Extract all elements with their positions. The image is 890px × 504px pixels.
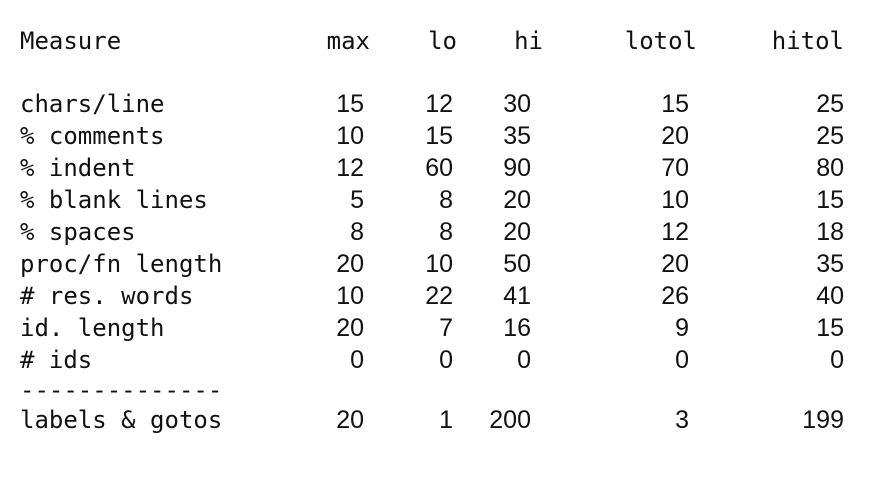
value-max: 5 <box>350 186 364 214</box>
value-lotol: 15 <box>661 90 689 118</box>
measure-name: id. length <box>20 314 165 342</box>
table-row: % spaces 8 8 20 12 18 <box>0 216 870 248</box>
value-lotol: 70 <box>661 154 689 182</box>
value-lo: 22 <box>425 282 453 310</box>
value-lotol: 3 <box>675 406 689 434</box>
value-hi: 30 <box>503 90 531 118</box>
value-hi: 41 <box>503 282 531 310</box>
spacer-row <box>0 58 870 88</box>
value-max: 10 <box>336 122 364 150</box>
value-max: 20 <box>336 406 364 434</box>
table-row: id. length 20 7 16 9 15 <box>0 312 870 344</box>
measure-name: proc/fn length <box>20 250 223 278</box>
value-max: 8 <box>350 218 364 246</box>
measures-table: Measure max lo hi lotol hitol chars/line… <box>0 24 870 436</box>
document-page: Measure max lo hi lotol hitol chars/line… <box>0 0 890 504</box>
value-lotol: 20 <box>661 122 689 150</box>
measure-name: # ids <box>20 346 93 374</box>
table-row: % comments 10 15 35 20 25 <box>0 120 870 152</box>
measure-name: chars/line <box>20 90 165 118</box>
header-row: Measure max lo hi lotol hitol <box>0 24 870 58</box>
header-hi: hi <box>514 27 543 55</box>
value-hitol: 25 <box>816 90 844 118</box>
dashed-divider: -------------- <box>20 376 223 404</box>
table-row: # res. words 10 22 41 26 40 <box>0 280 870 312</box>
value-hitol: 35 <box>816 250 844 278</box>
value-lotol: 12 <box>661 218 689 246</box>
value-hitol: 199 <box>802 406 844 434</box>
value-max: 0 <box>350 346 364 374</box>
value-lo: 10 <box>425 250 453 278</box>
table-row: # ids 0 0 0 0 0 <box>0 344 870 376</box>
value-hi: 20 <box>503 218 531 246</box>
value-hi: 20 <box>503 186 531 214</box>
value-hitol: 0 <box>830 346 844 374</box>
value-lo: 7 <box>439 314 453 342</box>
value-hitol: 25 <box>816 122 844 150</box>
value-lo: 8 <box>439 218 453 246</box>
value-hi: 0 <box>517 346 531 374</box>
value-hitol: 80 <box>816 154 844 182</box>
value-lo: 1 <box>439 406 453 434</box>
value-hi: 35 <box>503 122 531 150</box>
value-max: 20 <box>336 314 364 342</box>
value-hitol: 18 <box>816 218 844 246</box>
header-hitol: hitol <box>771 27 844 55</box>
table-row: % indent 12 60 90 70 80 <box>0 152 870 184</box>
value-hitol: 15 <box>816 186 844 214</box>
table-row: chars/line 15 12 30 15 25 <box>0 88 870 120</box>
measure-name: % indent <box>20 154 136 182</box>
value-lo: 8 <box>439 186 453 214</box>
header-max: max <box>326 27 370 55</box>
measure-name: labels & gotos <box>20 406 223 434</box>
measure-name: % comments <box>20 122 165 150</box>
value-lotol: 9 <box>675 314 689 342</box>
value-max: 20 <box>336 250 364 278</box>
measure-name: % spaces <box>20 218 136 246</box>
table-row: proc/fn length 20 10 50 20 35 <box>0 248 870 280</box>
value-lotol: 20 <box>661 250 689 278</box>
value-lo: 0 <box>439 346 453 374</box>
value-hitol: 15 <box>816 314 844 342</box>
value-hi: 50 <box>503 250 531 278</box>
value-hi: 90 <box>503 154 531 182</box>
measure-name: % blank lines <box>20 186 208 214</box>
header-lo: lo <box>428 27 457 55</box>
value-max: 15 <box>336 90 364 118</box>
value-lotol: 0 <box>675 346 689 374</box>
value-hi: 200 <box>489 406 531 434</box>
value-max: 10 <box>336 282 364 310</box>
value-lo: 15 <box>425 122 453 150</box>
value-lotol: 10 <box>661 186 689 214</box>
value-lo: 12 <box>425 90 453 118</box>
value-lotol: 26 <box>661 282 689 310</box>
header-measure: Measure <box>20 27 122 55</box>
footer-row: labels & gotos 20 1 200 3 199 <box>0 404 870 436</box>
table-row: % blank lines 5 8 20 10 15 <box>0 184 870 216</box>
header-lotol: lotol <box>624 27 697 55</box>
value-hitol: 40 <box>816 282 844 310</box>
measure-name: # res. words <box>20 282 194 310</box>
value-lo: 60 <box>425 154 453 182</box>
value-max: 12 <box>336 154 364 182</box>
divider-row: -------------- <box>0 376 870 404</box>
value-hi: 16 <box>503 314 531 342</box>
